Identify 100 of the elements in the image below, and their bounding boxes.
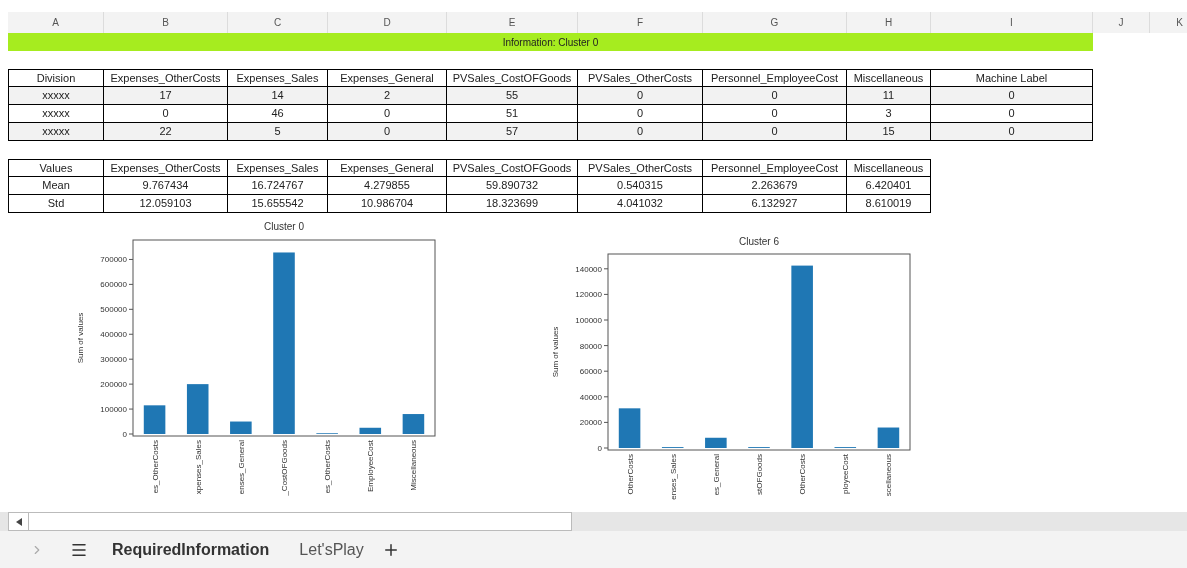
y-tick: 600000 [100,280,134,290]
table-cell: 15 [847,123,931,141]
x-tick-label: enses_Sales [668,454,678,500]
axis-label: Sum of values [76,312,85,364]
table-cell: 0 [328,105,447,123]
table-cell: 0 [578,123,703,141]
table-cell: 8.610019 [847,195,931,213]
y-tick: 60000 [579,367,609,377]
table-cell: 10.986704 [328,195,447,213]
table-cell: Expenses_OtherCosts [104,160,228,177]
table-cell: Personnel_EmployeeCost [703,70,847,87]
table-cell: 0 [578,87,703,105]
table-cell: PVSales_CostOFGoods [447,160,578,177]
y-tick: 20000 [579,418,609,428]
y-tick: 100000 [100,405,134,415]
sheet-tab[interactable]: RequiredInformation [106,537,276,562]
table-cell: 3 [847,105,931,123]
y-tick-label: 0 [597,444,603,453]
table-cell: 0 [931,105,1093,123]
x-tick-label: es_OtherCosts [150,440,160,494]
y-tick-label: 20000 [579,418,603,428]
table-cell: Expenses_General [328,160,447,177]
y-tick-label: 100000 [575,316,603,325]
y-tick: 40000 [579,392,609,402]
table-cell: PVSales_OtherCosts [578,70,703,87]
sheet-tab[interactable]: Let'sPlay [293,537,370,562]
table-cell: 2 [328,87,447,105]
x-tick-label: es_General [711,454,721,496]
bar [402,414,425,434]
table-cell: 0 [931,87,1093,105]
y-tick-label: 300000 [100,355,128,365]
table-cell: Expenses_General [328,70,447,87]
y-tick-label: 500000 [100,305,128,315]
y-tick-label: 200000 [100,380,128,390]
table-cell: 17 [104,87,228,105]
banner-cell: Information: Cluster 0 [8,33,1093,51]
x-tick-label: _CostOFGoods [280,440,289,496]
x-tick-label: stOFGoods [755,454,764,495]
table-cell: xxxxx [8,87,104,105]
table-cell: Mean [8,177,104,195]
y-tick-label: 120000 [575,290,603,300]
y-tick-label: 40000 [579,392,603,402]
table-cell: 18.323699 [447,195,578,213]
x-tick-label: EmployeeCost [366,440,376,493]
table-cell: 4.279855 [328,177,447,195]
x-tick-label: xpenses_Sales [193,440,203,495]
y-tick: 300000 [100,355,134,365]
column-header[interactable]: J [1093,12,1150,33]
y-tick: 80000 [579,341,609,351]
table-cell: 2.263679 [703,177,847,195]
table-cell: Std [8,195,104,213]
table-cell: Expenses_Sales [228,160,328,177]
table-cell: 0 [703,87,847,105]
bar [143,405,166,434]
table-cell: PVSales_OtherCosts [578,160,703,177]
bar [877,427,900,448]
y-tick-label: 600000 [100,280,128,290]
horizontal-scrollbar[interactable] [8,512,572,531]
table-cell: 16.724767 [228,177,328,195]
table-cell: 0 [703,105,847,123]
x-tick-label: ployeeCost [841,454,851,495]
table-cell: 46 [228,105,328,123]
column-header[interactable]: K [1150,12,1187,33]
table-cell: 0 [328,123,447,141]
x-tick-label: enses_General [236,440,246,495]
table-cell: 12.059103 [104,195,228,213]
y-tick: 400000 [100,330,134,340]
table-cell: 55 [447,87,578,105]
x-tick-label: OtherCosts [798,454,808,495]
table-cell: 6.132927 [703,195,847,213]
table-cell: 22 [104,123,228,141]
y-tick: 140000 [575,264,609,274]
y-tick: 0 [597,444,609,453]
y-tick-label: 80000 [579,341,603,351]
table-cell: 0 [104,105,228,123]
y-tick-label: 700000 [100,255,128,265]
bar [359,427,382,434]
y-tick-label: 140000 [575,264,603,274]
table-cell: Expenses_OtherCosts [104,70,228,87]
table-cell: xxxxx [8,105,104,123]
bar [705,437,727,448]
table-cell: 57 [447,123,578,141]
x-tick-label: scellaneous [884,454,894,497]
x-tick-label: Miscellaneous [409,440,419,491]
table-cell: Miscellaneous [847,70,931,87]
table-cell: Expenses_Sales [228,70,328,87]
table-cell: PVSales_CostOFGoods [447,70,578,87]
table-cell: 15.655542 [228,195,328,213]
table-cell: 9.767434 [104,177,228,195]
table-cell: 14 [228,87,328,105]
table-cell: 6.420401 [847,177,931,195]
table-cell: 0 [931,123,1093,141]
y-tick-label: 60000 [579,367,603,377]
table-cell: xxxxx [8,123,104,141]
scroll-left-icon[interactable] [14,517,23,526]
y-tick: 200000 [100,380,134,390]
bar [618,408,641,448]
y-tick: 0 [122,430,134,439]
chart-title: Cluster 6 [739,236,779,247]
table-cell: 0 [703,123,847,141]
